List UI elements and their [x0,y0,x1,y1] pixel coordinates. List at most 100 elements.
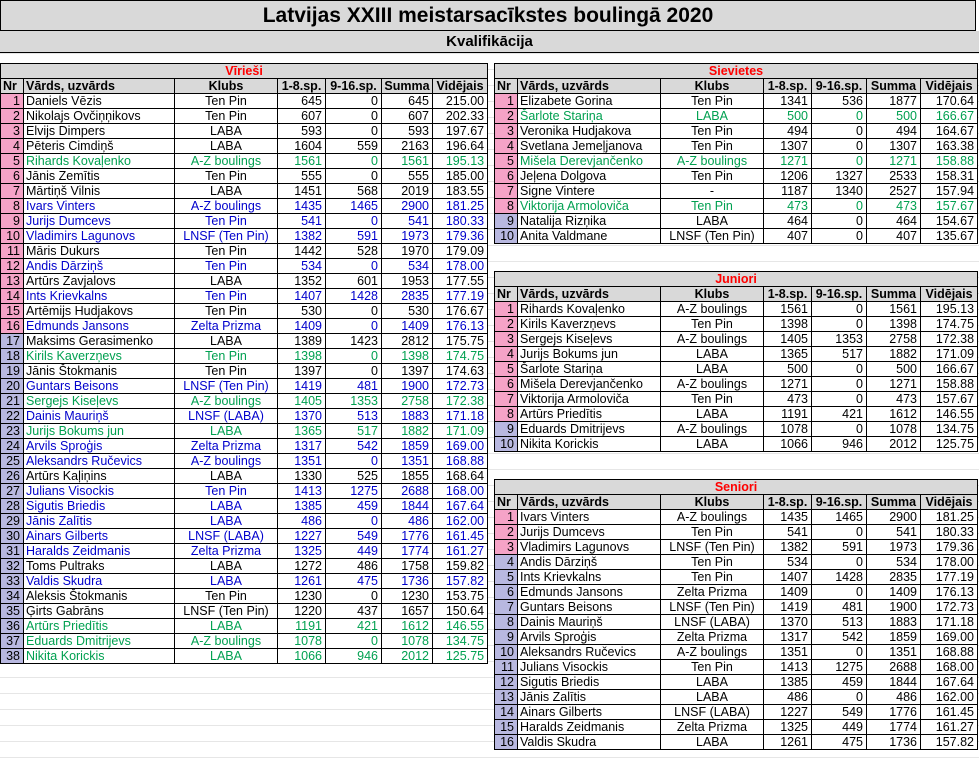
cell-games-9-16[interactable]: 1428 [811,569,867,585]
cell-club[interactable]: Ten Pin [174,288,278,304]
cell-name[interactable]: Jurijs Bokums jun [517,346,661,362]
cell-club[interactable]: LNSF (Ten Pin) [660,539,764,555]
cell-sum[interactable]: 1561 [866,301,921,317]
cell-name[interactable]: Guntars Beisons [23,378,175,394]
cell-sum[interactable]: 2527 [866,183,921,199]
cell-name[interactable]: Nikita Korickis [517,436,661,452]
cell-nr[interactable]: 15 [0,303,24,319]
cell-average[interactable]: 172.38 [919,331,979,347]
cell-average[interactable]: 183.55 [431,183,489,199]
cell-name[interactable]: Jānis Zalītis [23,513,175,529]
cell-games-9-16[interactable]: 1428 [325,288,382,304]
cell-games-9-16[interactable]: 0 [325,453,382,469]
cell-games-1-8[interactable]: 534 [277,258,326,274]
cell-average[interactable]: 178.00 [431,258,489,274]
cell-sum[interactable]: 1953 [381,273,433,289]
cell-club[interactable]: Zelta Prizma [174,438,278,454]
cell-average[interactable]: 171.09 [919,346,979,362]
cell-games-1-8[interactable]: 1442 [277,243,326,259]
cell-name[interactable]: Eduards Dmitrijevs [23,633,175,649]
table-row[interactable]: 31 Haralds Zeidmanis Zelta Prizma 1325 449 17… [0,543,489,559]
cell-games-1-8[interactable]: 1451 [277,183,326,199]
cell-nr[interactable]: 15 [494,719,518,735]
cell-average[interactable]: 167.64 [431,498,489,514]
cell-games-1-8[interactable]: 1370 [277,408,326,424]
cell-average[interactable]: 196.64 [431,138,489,154]
cell-name[interactable]: Artūrs Priedītis [23,618,175,634]
cell-games-1-8[interactable]: 1352 [277,273,326,289]
cell-games-9-16[interactable]: 0 [325,93,382,109]
cell-nr[interactable]: 30 [0,528,24,544]
cell-nr[interactable]: 4 [494,346,518,362]
cell-club[interactable]: LABA [174,468,278,484]
cell-sum[interactable]: 500 [866,108,921,124]
table-row[interactable]: 19 Jānis Štokmanis Ten Pin 1397 0 1397 174.63 [0,363,489,379]
cell-average[interactable]: 134.75 [431,633,489,649]
cell-games-1-8[interactable]: 494 [763,123,812,139]
cell-games-1-8[interactable]: 1389 [277,333,326,349]
cell-average[interactable]: 175.75 [431,333,489,349]
cell-games-1-8[interactable]: 1191 [763,406,812,422]
cell-club[interactable]: LABA [174,123,278,139]
cell-nr[interactable]: 13 [0,273,24,289]
cell-sum[interactable]: 2900 [381,198,433,214]
cell-average[interactable]: 195.13 [919,301,979,317]
cell-games-1-8[interactable]: 486 [763,689,812,705]
cell-average[interactable]: 146.55 [431,618,489,634]
cell-club[interactable]: LABA [660,361,764,377]
cell-name[interactable]: Arvils Sproģis [517,629,661,645]
cell-average[interactable]: 172.38 [431,393,489,409]
cell-sum[interactable]: 1859 [866,629,921,645]
cell-club[interactable]: Ten Pin [174,243,278,259]
table-row[interactable]: 12 Andis Dārziņš Ten Pin 534 0 534 178.00 [0,258,489,274]
cell-sum[interactable]: 2758 [866,331,921,347]
cell-average[interactable]: 168.88 [919,644,979,660]
cell-games-9-16[interactable]: 0 [325,153,382,169]
cell-games-1-8[interactable]: 1419 [763,599,812,615]
cell-club[interactable]: A-Z boulings [174,633,278,649]
table-row[interactable]: 33 Valdis Skudra LABA 1261 475 1736 157.82 [0,573,489,589]
cell-club[interactable]: Ten Pin [660,138,764,154]
cell-sum[interactable]: 2900 [866,509,921,525]
cell-name[interactable]: Ivars Vinters [517,509,661,525]
cell-nr[interactable]: 29 [0,513,24,529]
cell-sum[interactable]: 2012 [381,648,433,664]
cell-club[interactable]: LNSF (LABA) [174,528,278,544]
cell-name[interactable]: Haralds Zeidmanis [517,719,661,735]
cell-games-9-16[interactable]: 449 [811,719,867,735]
cell-name[interactable]: Jurijs Bokums jun [23,423,175,439]
cell-name[interactable]: Daniels Vēzis [23,93,175,109]
cell-average[interactable]: 161.45 [431,528,489,544]
cell-games-1-8[interactable]: 1365 [763,346,812,362]
cell-games-1-8[interactable]: 1078 [763,421,812,437]
table-row[interactable]: 11 Māris Dukurs Ten Pin 1442 528 1970 179.09 [0,243,489,259]
cell-average[interactable]: 158.31 [919,168,979,184]
cell-club[interactable]: LNSF (Ten Pin) [660,599,764,615]
cell-club[interactable]: LABA [174,183,278,199]
cell-club[interactable]: LNSF (Ten Pin) [174,228,278,244]
cell-games-9-16[interactable]: 549 [325,528,382,544]
table-row[interactable]: 6 Edmunds Jansons Zelta Prizma 1409 0 1409 176… [494,584,979,600]
cell-average[interactable]: 180.33 [919,524,979,540]
table-row[interactable]: 34 Aleksis Štokmanis Ten Pin 1230 0 1230 153.7… [0,588,489,604]
table-row[interactable]: 3 Vladimirs Lagunovs LNSF (Ten Pin) 1382 591… [494,539,979,555]
cell-nr[interactable]: 37 [0,633,24,649]
table-row[interactable]: 9 Arvils Sproģis Zelta Prizma 1317 542 1859 16… [494,629,979,645]
cell-average[interactable]: 174.75 [431,348,489,364]
cell-nr[interactable]: 18 [0,348,24,364]
cell-nr[interactable]: 7 [494,391,518,407]
cell-games-9-16[interactable]: 0 [811,301,867,317]
cell-games-9-16[interactable]: 0 [811,554,867,570]
table-row[interactable]: 36 Artūrs Priedītis LABA 1191 421 1612 146.55 [0,618,489,634]
table-row[interactable]: 4 Andis Dārziņš Ten Pin 534 0 534 178.00 [494,554,979,570]
cell-games-9-16[interactable]: 536 [811,93,867,109]
cell-name[interactable]: Jānis Zemītis [23,168,175,184]
cell-name[interactable]: Maksims Gerasimenko [23,333,175,349]
cell-games-1-8[interactable]: 541 [277,213,326,229]
cell-name[interactable]: Jurijs Dumcevs [517,524,661,540]
cell-games-9-16[interactable]: 481 [811,599,867,615]
cell-games-1-8[interactable]: 593 [277,123,326,139]
cell-name[interactable]: Veronika Hudjakova [517,123,661,139]
cell-average[interactable]: 150.64 [431,603,489,619]
cell-nr[interactable]: 13 [494,689,518,705]
